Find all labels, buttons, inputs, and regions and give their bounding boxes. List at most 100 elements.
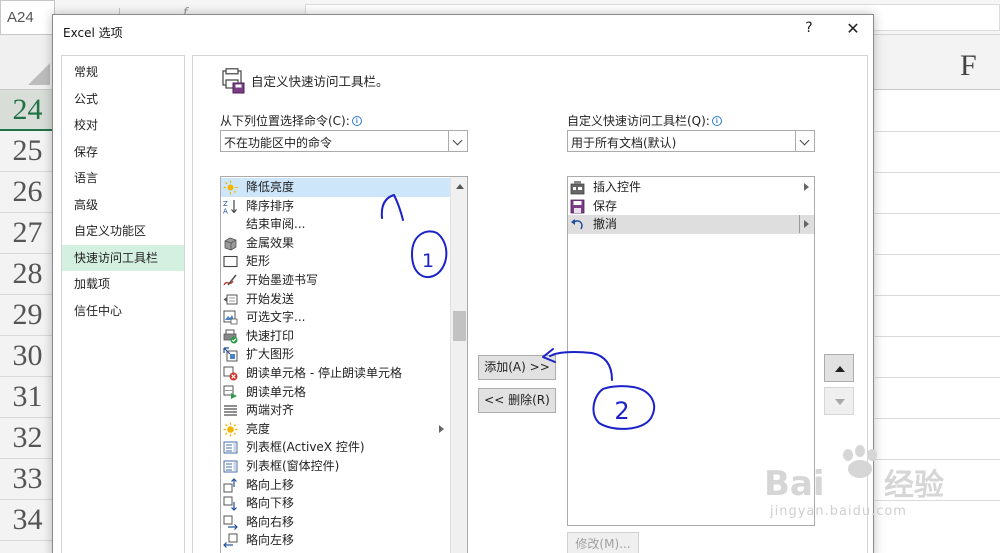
list-item[interactable]: 插入控件 xyxy=(568,178,814,197)
list-item[interactable]: 金属效果 xyxy=(221,234,450,253)
brightness-icon xyxy=(223,422,238,437)
name-box[interactable]: A24 xyxy=(0,0,55,35)
list-item[interactable]: 矩形 xyxy=(221,252,450,271)
grid-line xyxy=(875,418,1000,419)
nav-item-customize-ribbon[interactable]: 自定义功能区 xyxy=(62,218,184,245)
nudge-down-icon xyxy=(223,496,237,512)
available-commands-list[interactable]: 降低亮度 ZA 降序排序 结束审阅... 金属效果 矩形 开始墨迹书写 开始发送… xyxy=(220,176,468,553)
list-item[interactable]: 两端对齐 xyxy=(221,401,450,420)
submenu-arrow-icon[interactable] xyxy=(804,220,809,229)
nav-item-add-ins[interactable]: 加载项 xyxy=(62,271,184,298)
list-item[interactable]: 略向下移 xyxy=(221,494,450,513)
list-item-label: 朗读单元格 - 停止朗读单元格 xyxy=(246,366,402,380)
list-item[interactable]: 可选文字... xyxy=(221,308,450,327)
grid-line xyxy=(875,295,1000,296)
enlarge-shape-icon xyxy=(223,347,238,362)
row-header-25[interactable]: 25 xyxy=(0,131,55,172)
list-item[interactable]: 开始发送 xyxy=(221,290,450,309)
list-item-label: 降低亮度 xyxy=(246,180,295,194)
select-all-corner[interactable] xyxy=(0,35,55,90)
grid-line xyxy=(875,131,1000,132)
row-header-31[interactable]: 31 xyxy=(0,377,55,418)
move-down-button[interactable] xyxy=(824,387,854,415)
list-item[interactable]: 降低亮度 xyxy=(221,178,450,197)
nav-item-advanced[interactable]: 高级 xyxy=(62,192,184,219)
svg-text:经验: 经验 xyxy=(884,468,944,503)
row-header-32[interactable]: 32 xyxy=(0,418,55,459)
chevron-down-icon[interactable] xyxy=(795,131,814,151)
nav-item-trust-center[interactable]: 信任中心 xyxy=(62,298,184,325)
row-header-30[interactable]: 30 xyxy=(0,336,55,377)
customize-qat-label: 自定义快速访问工具栏(Q): i xyxy=(567,112,722,129)
list-item-label: 略向左移 xyxy=(246,533,295,548)
row-header-29[interactable]: 29 xyxy=(0,295,55,336)
dim-brightness-icon xyxy=(223,180,238,195)
list-item-label: 略向下移 xyxy=(246,496,295,511)
select-all-triangle-icon xyxy=(28,63,50,85)
row-header-33[interactable]: 33 xyxy=(0,459,55,500)
row-header-24[interactable]: 24 xyxy=(0,90,55,131)
grid-line xyxy=(875,172,1000,173)
remove-button[interactable]: << 删除(R) xyxy=(478,388,556,413)
justify-icon xyxy=(224,405,237,416)
column-header-f[interactable]: F xyxy=(875,35,1000,90)
list-item[interactable]: 略向右移 xyxy=(221,513,450,532)
move-up-button[interactable] xyxy=(824,354,854,382)
row-header-26[interactable]: 26 xyxy=(0,172,55,213)
help-button[interactable]: ? xyxy=(801,20,817,38)
list-item[interactable]: 朗读单元格 - 停止朗读单元格 xyxy=(221,364,450,383)
add-button[interactable]: 添加(A) >> xyxy=(478,355,556,380)
quick-access-toolbar-icon xyxy=(222,68,245,94)
list-item[interactable]: ZA 降序排序 xyxy=(221,197,450,216)
row-header-34[interactable]: 34 xyxy=(0,500,55,541)
nav-item-language[interactable]: 语言 xyxy=(62,165,184,192)
list-item[interactable]: 快速打印 xyxy=(221,327,450,346)
modify-button[interactable]: 修改(M)... xyxy=(567,532,639,553)
listbox-form-icon xyxy=(223,460,238,473)
arrow-down-icon xyxy=(835,399,845,405)
dialog-title: Excel 选项 xyxy=(63,26,123,40)
list-item[interactable]: 扩大图形 xyxy=(221,345,450,364)
submenu-arrow-icon xyxy=(439,424,444,433)
list-item-label: 矩形 xyxy=(246,254,271,269)
list-item-label: 撤消 xyxy=(593,217,618,232)
info-icon[interactable]: i xyxy=(711,116,722,126)
vertical-scrollbar[interactable] xyxy=(450,177,467,553)
info-icon[interactable]: i xyxy=(351,116,362,126)
nudge-left-icon xyxy=(223,533,238,549)
undo-icon xyxy=(571,219,583,230)
scroll-up-icon[interactable] xyxy=(451,177,467,194)
row-header-28[interactable]: 28 xyxy=(0,254,55,295)
nav-item-general[interactable]: 常规 xyxy=(62,59,184,86)
nav-item-formulas[interactable]: 公式 xyxy=(62,86,184,113)
list-item[interactable]: 略向左移 xyxy=(221,531,450,550)
list-item[interactable]: 列表框(窗体控件) xyxy=(221,457,450,476)
customize-qat-dropdown[interactable]: 用于所有文档(默认) xyxy=(567,130,815,152)
choose-commands-dropdown[interactable]: 不在功能区中的命令 xyxy=(220,130,468,152)
scroll-thumb[interactable] xyxy=(453,311,466,341)
list-item[interactable]: 结束审阅... xyxy=(221,215,450,234)
list-item[interactable]: 亮度 xyxy=(221,420,450,439)
save-icon xyxy=(570,199,585,213)
nudge-up-icon xyxy=(223,477,237,493)
list-item[interactable]: 列表框(ActiveX 控件) xyxy=(221,438,450,457)
list-item[interactable]: 撤消 xyxy=(568,215,814,234)
nav-item-quick-access-toolbar[interactable]: 快速访问工具栏 xyxy=(62,244,184,271)
watermark-url: jingyan.baidu.com xyxy=(770,504,907,519)
close-button[interactable]: ✕ xyxy=(843,19,863,39)
list-item[interactable]: 略向上移 xyxy=(221,476,450,495)
list-item-label: 快速打印 xyxy=(246,328,295,343)
quick-print-icon xyxy=(223,329,238,344)
list-item[interactable]: 朗读单元格 xyxy=(221,383,450,402)
list-item-label: 列表框(窗体控件) xyxy=(246,459,340,473)
nav-item-proofing[interactable]: 校对 xyxy=(62,112,184,139)
choose-commands-label: 从下列位置选择命令(C): i xyxy=(220,112,362,129)
list-item[interactable]: 开始墨迹书写 xyxy=(221,271,450,290)
nav-item-save[interactable]: 保存 xyxy=(62,139,184,166)
chevron-down-icon[interactable] xyxy=(448,131,467,151)
grid-line xyxy=(875,213,1000,214)
list-item[interactable]: 保存 xyxy=(568,197,814,216)
list-item-label: 插入控件 xyxy=(593,180,642,194)
row-header-27[interactable]: 27 xyxy=(0,213,55,254)
row-headers: 24 25 26 27 28 29 30 31 32 33 34 xyxy=(0,90,55,553)
